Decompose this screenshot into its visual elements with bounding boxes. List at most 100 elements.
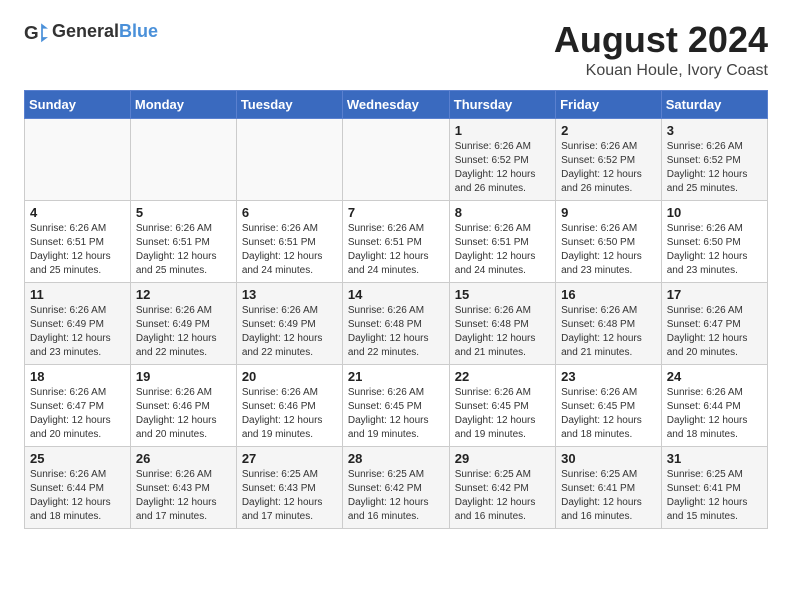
- calendar-table: SundayMondayTuesdayWednesdayThursdayFrid…: [24, 90, 768, 529]
- logo-icon: G: [24, 20, 48, 44]
- day-number: 4: [30, 205, 125, 220]
- day-info: Sunrise: 6:25 AM Sunset: 6:41 PM Dayligh…: [561, 468, 656, 524]
- day-info: Sunrise: 6:26 AM Sunset: 6:45 PM Dayligh…: [455, 386, 550, 442]
- day-info: Sunrise: 6:26 AM Sunset: 6:45 PM Dayligh…: [348, 386, 444, 442]
- day-info: Sunrise: 6:26 AM Sunset: 6:48 PM Dayligh…: [455, 304, 550, 360]
- calendar-day-cell: 9 Sunrise: 6:26 AM Sunset: 6:50 PM Daylig…: [556, 200, 662, 282]
- calendar-day-cell: 16 Sunrise: 6:26 AM Sunset: 6:48 PM Dayli…: [556, 282, 662, 364]
- calendar-day-cell: 18 Sunrise: 6:26 AM Sunset: 6:47 PM Dayli…: [25, 364, 131, 446]
- day-info: Sunrise: 6:26 AM Sunset: 6:51 PM Dayligh…: [455, 222, 550, 278]
- title-area: August 2024 Kouan Houle, Ivory Coast: [554, 20, 768, 80]
- calendar-day-cell: 2 Sunrise: 6:26 AM Sunset: 6:52 PM Daylig…: [556, 118, 662, 200]
- day-of-week-header: Sunday: [25, 90, 131, 118]
- day-number: 26: [136, 451, 231, 466]
- day-number: 24: [667, 369, 762, 384]
- day-number: 9: [561, 205, 656, 220]
- day-number: 20: [242, 369, 337, 384]
- day-info: Sunrise: 6:26 AM Sunset: 6:49 PM Dayligh…: [30, 304, 125, 360]
- day-info: Sunrise: 6:26 AM Sunset: 6:52 PM Dayligh…: [455, 140, 550, 196]
- day-info: Sunrise: 6:26 AM Sunset: 6:49 PM Dayligh…: [242, 304, 337, 360]
- day-number: 14: [348, 287, 444, 302]
- day-number: 16: [561, 287, 656, 302]
- calendar-header-row: SundayMondayTuesdayWednesdayThursdayFrid…: [25, 90, 768, 118]
- calendar-day-cell: 23 Sunrise: 6:26 AM Sunset: 6:45 PM Dayli…: [556, 364, 662, 446]
- day-number: 5: [136, 205, 231, 220]
- day-number: 31: [667, 451, 762, 466]
- day-info: Sunrise: 6:26 AM Sunset: 6:43 PM Dayligh…: [136, 468, 231, 524]
- calendar-day-cell: 28 Sunrise: 6:25 AM Sunset: 6:42 PM Dayli…: [342, 446, 449, 528]
- calendar-day-cell: 27 Sunrise: 6:25 AM Sunset: 6:43 PM Dayli…: [236, 446, 342, 528]
- calendar-day-cell: 31 Sunrise: 6:25 AM Sunset: 6:41 PM Dayli…: [661, 446, 767, 528]
- calendar-day-cell: [236, 118, 342, 200]
- calendar-week-row: 25Sunrise: 6:26 AM Sunset: 6:44 PM Dayli…: [25, 446, 768, 528]
- calendar-day-cell: 21 Sunrise: 6:26 AM Sunset: 6:45 PM Dayli…: [342, 364, 449, 446]
- day-number: 19: [136, 369, 231, 384]
- day-info: Sunrise: 6:25 AM Sunset: 6:43 PM Dayligh…: [242, 468, 337, 524]
- calendar-day-cell: 25Sunrise: 6:26 AM Sunset: 6:44 PM Dayli…: [25, 446, 131, 528]
- calendar-day-cell: 1Sunrise: 6:26 AM Sunset: 6:52 PM Daylig…: [449, 118, 555, 200]
- day-number: 29: [455, 451, 550, 466]
- day-info: Sunrise: 6:26 AM Sunset: 6:49 PM Dayligh…: [136, 304, 231, 360]
- day-number: 13: [242, 287, 337, 302]
- day-number: 2: [561, 123, 656, 138]
- day-info: Sunrise: 6:26 AM Sunset: 6:52 PM Dayligh…: [561, 140, 656, 196]
- calendar-week-row: 18 Sunrise: 6:26 AM Sunset: 6:47 PM Dayli…: [25, 364, 768, 446]
- day-number: 22: [455, 369, 550, 384]
- month-year-title: August 2024: [554, 20, 768, 60]
- day-info: Sunrise: 6:26 AM Sunset: 6:50 PM Dayligh…: [561, 222, 656, 278]
- day-number: 11: [30, 287, 125, 302]
- day-of-week-header: Thursday: [449, 90, 555, 118]
- day-number: 15: [455, 287, 550, 302]
- day-number: 8: [455, 205, 550, 220]
- calendar-day-cell: [25, 118, 131, 200]
- day-info: Sunrise: 6:25 AM Sunset: 6:41 PM Dayligh…: [667, 468, 762, 524]
- calendar-week-row: 4 Sunrise: 6:26 AM Sunset: 6:51 PM Daylig…: [25, 200, 768, 282]
- day-of-week-header: Saturday: [661, 90, 767, 118]
- calendar-day-cell: 10 Sunrise: 6:26 AM Sunset: 6:50 PM Dayli…: [661, 200, 767, 282]
- day-info: Sunrise: 6:26 AM Sunset: 6:51 PM Dayligh…: [348, 222, 444, 278]
- calendar-day-cell: 8 Sunrise: 6:26 AM Sunset: 6:51 PM Daylig…: [449, 200, 555, 282]
- calendar-day-cell: 14 Sunrise: 6:26 AM Sunset: 6:48 PM Dayli…: [342, 282, 449, 364]
- day-info: Sunrise: 6:26 AM Sunset: 6:45 PM Dayligh…: [561, 386, 656, 442]
- day-of-week-header: Friday: [556, 90, 662, 118]
- calendar-day-cell: 20 Sunrise: 6:26 AM Sunset: 6:46 PM Dayli…: [236, 364, 342, 446]
- day-of-week-header: Wednesday: [342, 90, 449, 118]
- day-number: 27: [242, 451, 337, 466]
- day-info: Sunrise: 6:26 AM Sunset: 6:46 PM Dayligh…: [136, 386, 231, 442]
- calendar-week-row: 11 Sunrise: 6:26 AM Sunset: 6:49 PM Dayli…: [25, 282, 768, 364]
- day-info: Sunrise: 6:26 AM Sunset: 6:51 PM Dayligh…: [30, 222, 125, 278]
- calendar-day-cell: 13 Sunrise: 6:26 AM Sunset: 6:49 PM Dayli…: [236, 282, 342, 364]
- calendar-day-cell: [342, 118, 449, 200]
- day-number: 17: [667, 287, 762, 302]
- day-info: Sunrise: 6:26 AM Sunset: 6:48 PM Dayligh…: [348, 304, 444, 360]
- page-header: G GeneralBlue August 2024 Kouan Houle, I…: [24, 20, 768, 80]
- calendar-day-cell: 29Sunrise: 6:25 AM Sunset: 6:42 PM Dayli…: [449, 446, 555, 528]
- calendar-day-cell: 6Sunrise: 6:26 AM Sunset: 6:51 PM Daylig…: [236, 200, 342, 282]
- logo-general-text: GeneralBlue: [52, 22, 158, 42]
- day-info: Sunrise: 6:26 AM Sunset: 6:50 PM Dayligh…: [667, 222, 762, 278]
- calendar-day-cell: 7 Sunrise: 6:26 AM Sunset: 6:51 PM Daylig…: [342, 200, 449, 282]
- day-number: 7: [348, 205, 444, 220]
- calendar-day-cell: 26 Sunrise: 6:26 AM Sunset: 6:43 PM Dayli…: [130, 446, 236, 528]
- calendar-week-row: 1Sunrise: 6:26 AM Sunset: 6:52 PM Daylig…: [25, 118, 768, 200]
- day-number: 21: [348, 369, 444, 384]
- calendar-day-cell: 19 Sunrise: 6:26 AM Sunset: 6:46 PM Dayli…: [130, 364, 236, 446]
- logo: G GeneralBlue: [24, 20, 158, 44]
- day-number: 28: [348, 451, 444, 466]
- day-number: 23: [561, 369, 656, 384]
- day-number: 3: [667, 123, 762, 138]
- day-info: Sunrise: 6:26 AM Sunset: 6:48 PM Dayligh…: [561, 304, 656, 360]
- day-info: Sunrise: 6:26 AM Sunset: 6:46 PM Dayligh…: [242, 386, 337, 442]
- day-number: 18: [30, 369, 125, 384]
- calendar-day-cell: 15 Sunrise: 6:26 AM Sunset: 6:48 PM Dayli…: [449, 282, 555, 364]
- day-info: Sunrise: 6:25 AM Sunset: 6:42 PM Dayligh…: [348, 468, 444, 524]
- day-number: 10: [667, 205, 762, 220]
- calendar-day-cell: 4 Sunrise: 6:26 AM Sunset: 6:51 PM Daylig…: [25, 200, 131, 282]
- day-info: Sunrise: 6:26 AM Sunset: 6:47 PM Dayligh…: [30, 386, 125, 442]
- calendar-day-cell: 3Sunrise: 6:26 AM Sunset: 6:52 PM Daylig…: [661, 118, 767, 200]
- day-number: 25: [30, 451, 125, 466]
- calendar-day-cell: 5Sunrise: 6:26 AM Sunset: 6:51 PM Daylig…: [130, 200, 236, 282]
- calendar-day-cell: 22 Sunrise: 6:26 AM Sunset: 6:45 PM Dayli…: [449, 364, 555, 446]
- day-info: Sunrise: 6:26 AM Sunset: 6:51 PM Dayligh…: [242, 222, 337, 278]
- day-number: 12: [136, 287, 231, 302]
